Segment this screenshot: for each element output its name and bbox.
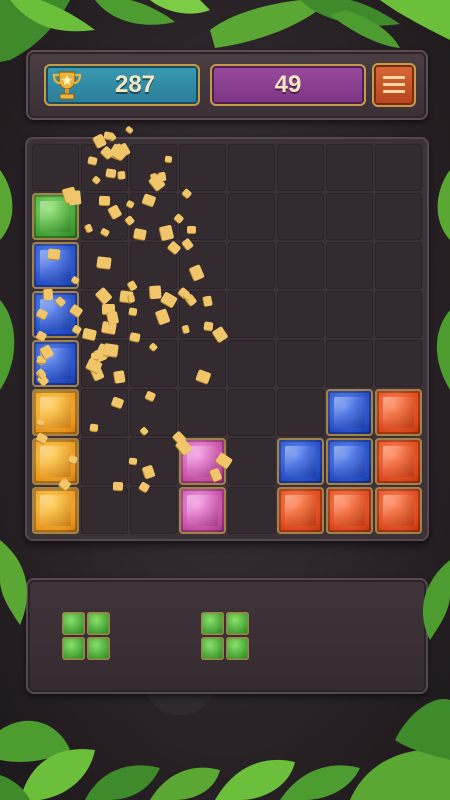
piece-block [226,637,249,660]
current-score-box: 49 [210,64,366,106]
empty-cell-r5c7 [326,340,373,387]
best-score-value: 287 [114,71,156,98]
empty-cell-r5c5 [228,340,275,387]
red-gem-r7c8 [375,438,422,485]
empty-cell-r2c7 [326,193,373,240]
empty-cell-r4c3 [130,291,177,338]
current-score-value: 49 [274,71,302,98]
empty-cell-r1c5 [228,144,275,191]
pink-gem-r7c4 [179,438,226,485]
empty-cell-r6c2 [81,389,128,436]
blue-gem-r7c7 [326,438,373,485]
empty-cell-r5c2 [81,340,128,387]
empty-cell-r3c6 [277,242,324,289]
empty-cell-r7c5 [228,438,275,485]
empty-cell-r5c4 [179,340,226,387]
piece-block [87,612,110,635]
piece-tray [26,578,428,694]
empty-cell-r2c2 [81,193,128,240]
foliage-right-decoration [436,170,450,390]
blue-gem-r6c7 [326,389,373,436]
red-gem-r8c8 [375,487,422,534]
red-gem-r6c8 [375,389,422,436]
empty-cell-r7c2 [81,438,128,485]
empty-cell-r5c6 [277,340,324,387]
empty-cell-r1c4 [179,144,226,191]
empty-cell-r7c3 [130,438,177,485]
empty-cell-r1c8 [375,144,422,191]
piece-block [87,637,110,660]
empty-cell-r2c3 [130,193,177,240]
orange-gem-r8c1 [32,487,79,534]
empty-cell-r4c4 [179,291,226,338]
piece-block [201,637,224,660]
piece-block [226,612,249,635]
pink-gem-r8c4 [179,487,226,534]
empty-cell-r1c1 [32,144,79,191]
empty-cell-r4c6 [277,291,324,338]
blue-gem-r3c1 [32,242,79,289]
piece-slot-2[interactable] [201,612,249,660]
empty-cell-r1c2 [81,144,128,191]
foliage-left-decoration [0,170,15,390]
empty-cell-r8c5 [228,487,275,534]
empty-cell-r3c8 [375,242,422,289]
empty-cell-r1c7 [326,144,373,191]
foliage-tray-right [422,560,450,640]
empty-cell-r6c5 [228,389,275,436]
menu-icon-line [383,90,405,93]
empty-cell-r3c7 [326,242,373,289]
green-gem-r2c1 [32,193,79,240]
menu-button[interactable] [372,63,416,107]
empty-cell-r5c8 [375,340,422,387]
menu-icon [383,76,405,79]
empty-cell-r2c6 [277,193,324,240]
empty-cell-r2c8 [375,193,422,240]
board-grid [32,144,422,534]
empty-cell-r6c3 [130,389,177,436]
empty-cell-r4c2 [81,291,128,338]
empty-cell-r3c4 [179,242,226,289]
orange-gem-r7c1 [32,438,79,485]
piece-block [62,612,85,635]
red-gem-r8c7 [326,487,373,534]
foliage-tray-left [0,540,28,625]
empty-cell-r3c5 [228,242,275,289]
empty-cell-r4c8 [375,291,422,338]
empty-cell-r6c6 [277,389,324,436]
empty-cell-r1c6 [277,144,324,191]
best-score-box: 287 [44,64,200,106]
red-gem-r8c6 [277,487,324,534]
foliage-bottom-decoration [0,699,450,800]
piece-slot-1[interactable] [62,612,110,660]
blue-gem-r7c6 [277,438,324,485]
empty-cell-r3c3 [130,242,177,289]
orange-gem-r6c1 [32,389,79,436]
game-board [25,125,429,541]
blue-gem-r5c1 [32,340,79,387]
empty-cell-r4c7 [326,291,373,338]
empty-cell-r2c5 [228,193,275,240]
menu-icon-line [383,83,405,86]
piece-block [62,637,85,660]
blue-gem-r4c1 [32,291,79,338]
empty-cell-r3c2 [81,242,128,289]
empty-cell-r4c5 [228,291,275,338]
empty-cell-r6c4 [179,389,226,436]
empty-cell-r8c3 [130,487,177,534]
empty-cell-r8c2 [81,487,128,534]
empty-cell-r1c3 [130,144,177,191]
empty-cell-r2c4 [179,193,226,240]
score-header: 287 49 [26,50,428,120]
piece-block [201,612,224,635]
empty-cell-r5c3 [130,340,177,387]
